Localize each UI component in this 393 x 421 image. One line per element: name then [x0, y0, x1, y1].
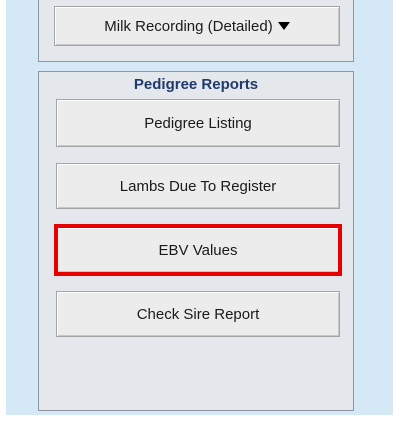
ebv-values-label: EBV Values	[158, 241, 238, 259]
app-window: Milk Recording (Detailed) Pedigree Repor…	[0, 0, 393, 421]
lambs-due-to-register-button[interactable]: Lambs Due To Register	[56, 163, 340, 209]
milk-recording-detailed-button[interactable]: Milk Recording (Detailed)	[54, 6, 340, 46]
pedigree-listing-button[interactable]: Pedigree Listing	[56, 99, 340, 147]
pedigree-listing-label: Pedigree Listing	[144, 114, 252, 132]
lambs-due-to-register-label: Lambs Due To Register	[119, 177, 277, 195]
milk-recording-button-label: Milk Recording (Detailed)	[104, 17, 273, 35]
check-sire-report-button[interactable]: Check Sire Report	[56, 291, 340, 337]
caret-down-icon	[277, 22, 290, 30]
pedigree-reports-title: Pedigree Reports	[133, 76, 259, 93]
check-sire-report-label: Check Sire Report	[136, 305, 260, 323]
ebv-values-button[interactable]: EBV Values	[56, 227, 340, 273]
